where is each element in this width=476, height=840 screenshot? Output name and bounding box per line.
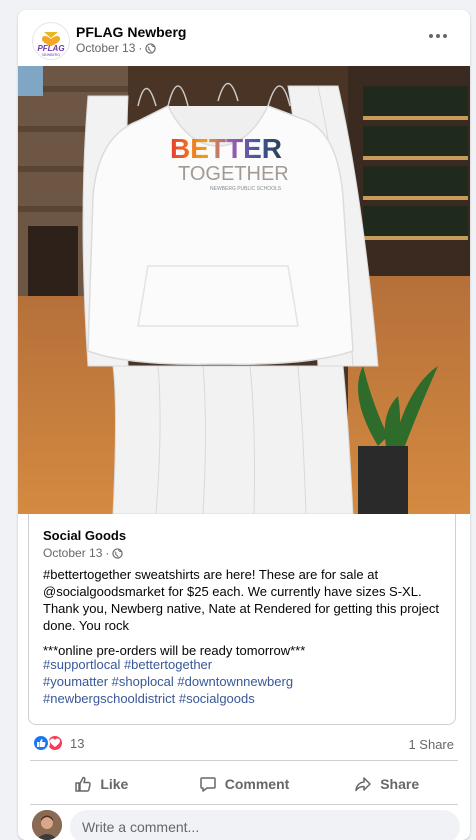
comment-label: Comment <box>224 776 290 792</box>
shirt-text-line2: TOGETHER <box>178 163 289 185</box>
post-card: PFLAG NEWBERG PFLAG Newberg October 13 · <box>18 10 470 840</box>
logo-text: PFLAG <box>37 44 64 53</box>
comment-input[interactable]: Write a comment... <box>70 810 460 840</box>
share-count-link[interactable]: 1 Share <box>408 737 454 752</box>
shirt-text-line1: BETTER <box>170 133 282 164</box>
more-options-icon[interactable] <box>424 26 452 46</box>
hashtag-line[interactable]: #youmatter #shoplocal #downtownnewberg <box>43 673 445 690</box>
comment-composer: Write a comment... <box>32 810 462 840</box>
shared-post-text: #bettertogether sweatshirts are here! Th… <box>43 567 439 633</box>
globe-icon[interactable] <box>112 547 124 559</box>
page-name-link[interactable]: PFLAG Newberg <box>76 24 186 40</box>
share-label: Share <box>380 776 420 792</box>
like-button[interactable]: Like <box>30 766 173 802</box>
shared-post-body: #bettertogether sweatshirts are here! Th… <box>43 566 445 659</box>
like-label: Like <box>100 776 129 792</box>
globe-icon[interactable] <box>145 42 157 54</box>
divider <box>30 804 458 805</box>
reaction-summary[interactable]: 13 <box>32 734 84 752</box>
post-actions: Like Comment Share <box>30 766 458 802</box>
post-header: PFLAG NEWBERG PFLAG Newberg October 13 · <box>18 10 470 66</box>
share-arrow-icon <box>355 777 371 792</box>
shared-post[interactable]: Social Goods October 13 · #bettertogethe… <box>28 514 456 725</box>
hashtag-list: #supportlocal #bettertogether #youmatter… <box>43 656 445 707</box>
divider <box>30 760 458 761</box>
shirt-text-line3: NEWBERG PUBLIC SCHOOLS <box>210 186 282 192</box>
pflag-logo-icon: PFLAG NEWBERG <box>37 32 65 57</box>
post-meta: October 13 · <box>76 41 157 55</box>
hashtag-line[interactable]: #supportlocal #bettertogether <box>43 656 445 673</box>
comment-bubble-icon <box>199 777 216 792</box>
thumbs-up-icon <box>75 776 92 792</box>
hashtag-line[interactable]: #newbergschooldistrict #socialgoods <box>43 690 445 707</box>
comment-button[interactable]: Comment <box>173 766 316 802</box>
post-photo[interactable]: BETTER TOGETHER NEWBERG PUBLIC SCHOOLS <box>18 66 470 514</box>
user-avatar[interactable] <box>32 810 62 840</box>
reaction-count: 13 <box>70 735 85 751</box>
shared-date-link[interactable]: October 13 <box>43 546 102 560</box>
like-reaction-icon <box>32 734 50 752</box>
share-button[interactable]: Share <box>315 766 458 802</box>
shared-post-meta: October 13 · <box>43 546 124 560</box>
page-avatar[interactable]: PFLAG NEWBERG <box>32 22 70 60</box>
shared-author-link[interactable]: Social Goods <box>43 528 126 543</box>
post-date-link[interactable]: October 13 <box>76 41 135 55</box>
logo-subtext: NEWBERG <box>42 53 60 57</box>
